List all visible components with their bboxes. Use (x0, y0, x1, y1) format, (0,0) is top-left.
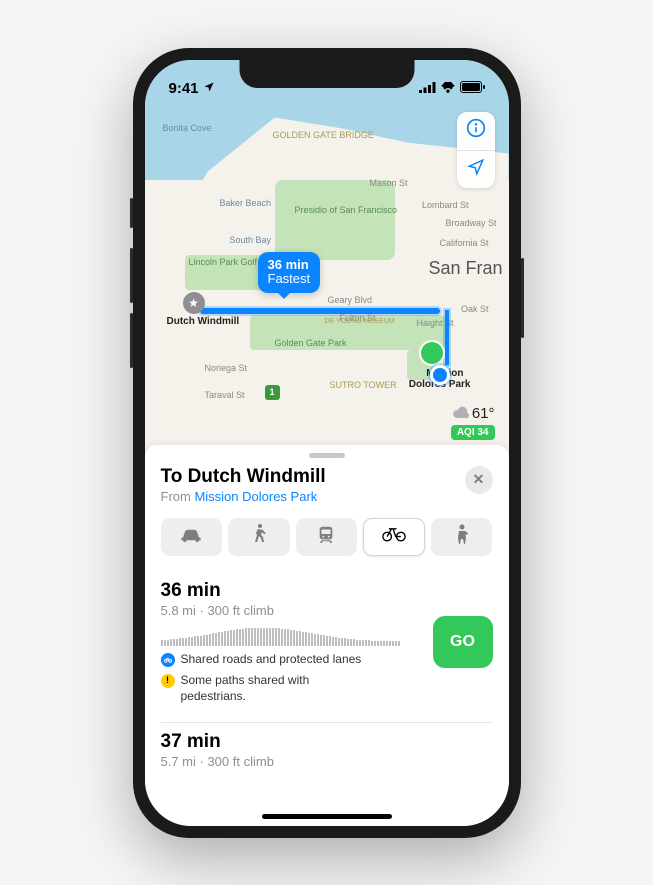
transit-icon (317, 525, 335, 548)
mode-cycle-button[interactable] (363, 518, 425, 556)
temperature-value: 61° (472, 405, 495, 422)
map-canvas[interactable]: Bonita Cove GOLDEN GATE BRIDGE Baker Bea… (145, 60, 509, 460)
current-location-dot (433, 368, 447, 382)
from-location-link[interactable]: Mission Dolores Park (194, 489, 317, 504)
volume-down-button (130, 313, 133, 368)
map-label-mason: Mason St (370, 178, 408, 188)
mode-transit-button[interactable] (296, 518, 358, 556)
go-button[interactable]: GO (433, 616, 493, 668)
map-label-lombard: Lombard St (422, 200, 469, 210)
map-label-baker-beach: Baker Beach (220, 198, 272, 208)
power-button (521, 258, 524, 338)
map-label-oak: Oak St (461, 304, 489, 314)
cellular-signal-icon (419, 80, 436, 97)
advisory-text-1: Shared roads and protected lanes (181, 652, 362, 668)
location-arrow-icon (467, 158, 485, 181)
map-label-geary: Geary Blvd (328, 295, 373, 305)
destination-pin[interactable] (421, 342, 443, 364)
mode-drive-button[interactable] (161, 518, 223, 556)
weather-widget[interactable]: 61° AQI 34 (451, 405, 495, 440)
directions-sheet[interactable]: To Dutch Windmill From Mission Dolores P… (145, 445, 509, 826)
go-label: GO (450, 633, 475, 651)
status-time: 9:41 (169, 80, 199, 97)
map-park-presidio (275, 180, 395, 260)
close-icon: ✕ (473, 471, 485, 488)
origin-pin-label: Dutch Windmill (167, 316, 240, 327)
volume-up-button (130, 248, 133, 303)
map-controls (457, 112, 495, 188)
route-meta: 5.8 mi · 300 ft climb (161, 603, 419, 618)
mute-switch (130, 198, 133, 228)
close-button[interactable]: ✕ (465, 466, 493, 494)
notch (239, 60, 414, 88)
mode-rideshare-button[interactable] (431, 518, 493, 556)
transport-mode-selector (161, 518, 493, 556)
map-label-gg-bridge: GOLDEN GATE BRIDGE (273, 130, 374, 140)
map-label-gg-park: Golden Gate Park (275, 338, 347, 348)
mode-walk-button[interactable] (228, 518, 290, 556)
aqi-badge: AQI 34 (451, 425, 495, 440)
battery-icon (460, 80, 485, 97)
map-label-sutro: SUTRO TOWER (330, 380, 397, 390)
home-indicator[interactable] (262, 814, 392, 819)
bicycle-icon (382, 526, 406, 547)
walk-icon (252, 524, 266, 549)
locate-button[interactable] (457, 150, 495, 188)
screen: 9:41 Bonit (145, 60, 509, 826)
origin-pin[interactable]: ★ (183, 292, 205, 314)
route-callout-label: Fastest (268, 272, 311, 287)
map-label-broadway: Broadway St (445, 218, 496, 228)
map-label-city: San Fran (428, 258, 502, 279)
route-option-1[interactable]: 36 min 5.8 mi · 300 ft climb Shared road… (161, 572, 493, 719)
map-label-noriega: Noriega St (205, 363, 248, 373)
rideshare-icon (455, 524, 469, 549)
map-route-shield: 1 (265, 385, 280, 400)
route-callout[interactable]: 36 min Fastest (258, 252, 321, 294)
map-label-south-bay: South Bay (230, 235, 272, 245)
elevation-profile (161, 626, 419, 646)
bike-badge-icon (161, 653, 175, 667)
car-icon (180, 526, 202, 547)
route-option-2[interactable]: 37 min 5.7 mi · 300 ft climb (161, 722, 493, 783)
map-label-taraval: Taraval St (205, 390, 245, 400)
route-time: 37 min (161, 731, 493, 753)
route-meta: 5.7 mi · 300 ft climb (161, 754, 493, 769)
map-label-california: California St (439, 238, 488, 248)
route-polyline-segment (445, 310, 449, 365)
phone-device-frame: 9:41 Bonit (133, 48, 521, 838)
sheet-subtitle: From Mission Dolores Park (161, 489, 326, 504)
from-prefix: From (161, 489, 195, 504)
location-arrow-icon (203, 80, 215, 97)
map-label-bonita-cove: Bonita Cove (163, 123, 212, 133)
route-callout-time: 36 min (268, 258, 311, 273)
route-polyline (200, 308, 440, 314)
info-icon (466, 118, 486, 143)
star-icon: ★ (188, 296, 199, 310)
warning-badge-icon: ! (161, 674, 175, 688)
wifi-icon (440, 80, 456, 97)
cloud-icon (453, 405, 469, 422)
map-label-deyoung: DE YOUNG MUSEUM (325, 318, 395, 325)
route-time: 36 min (161, 580, 419, 602)
sheet-grabber[interactable] (309, 453, 345, 458)
advisory-text-2: Some paths shared with pedestrians. (181, 673, 351, 704)
info-button[interactable] (457, 112, 495, 150)
map-label-presidio: Presidio of San Francisco (295, 205, 398, 215)
sheet-title: To Dutch Windmill (161, 466, 326, 488)
